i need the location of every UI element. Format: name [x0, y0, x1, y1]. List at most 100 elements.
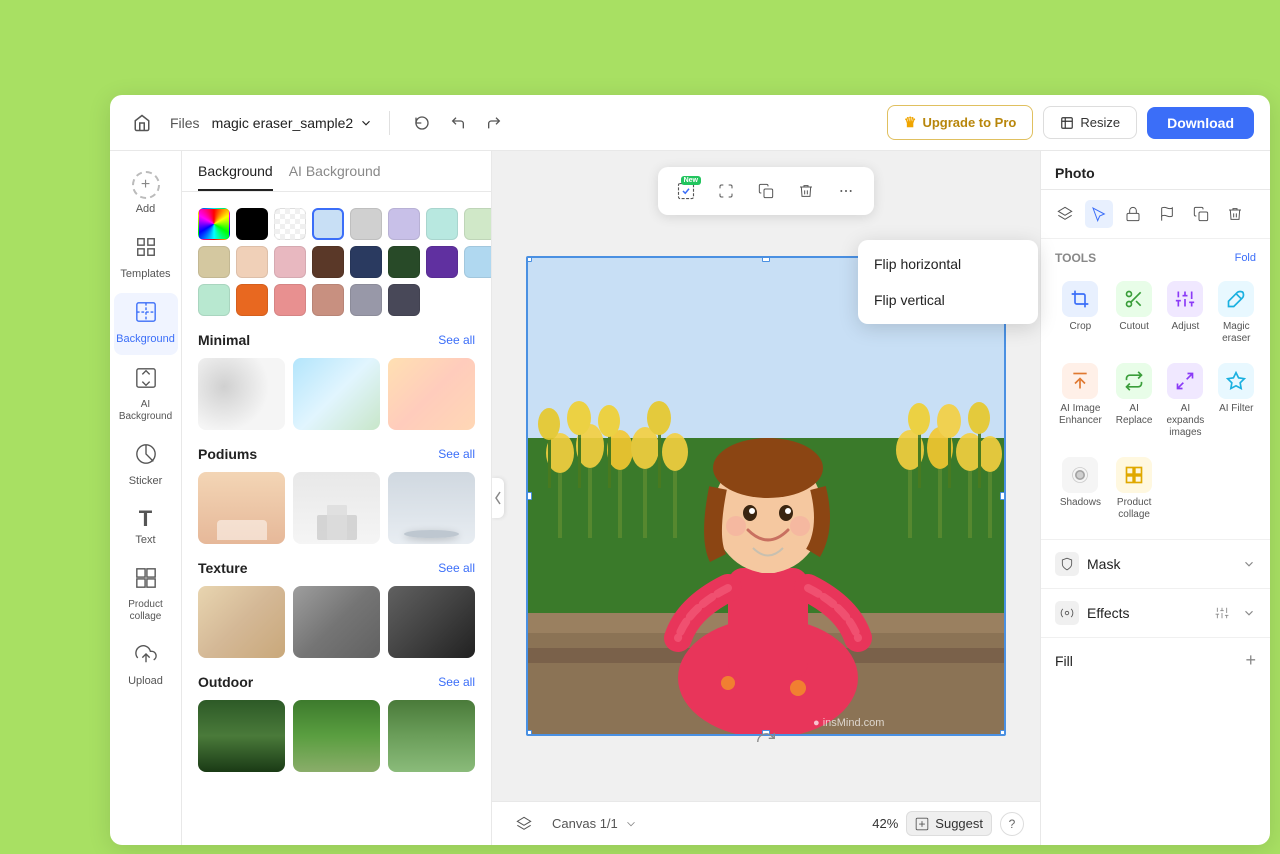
- bg-thumb-outdoor-2[interactable]: [293, 700, 380, 772]
- undo-button[interactable]: [442, 107, 474, 139]
- tool-ai-enhancer[interactable]: AI Image Enhancer: [1055, 357, 1106, 445]
- color-swatch-medgray[interactable]: [350, 284, 382, 316]
- color-swatch-black[interactable]: [236, 208, 268, 240]
- tab-ai-background[interactable]: AI Background: [289, 163, 381, 191]
- flip-horizontal-item[interactable]: Flip horizontal: [858, 246, 1038, 282]
- redo-button[interactable]: [478, 107, 510, 139]
- color-swatch-lightgray[interactable]: [350, 208, 382, 240]
- tool-magic-eraser[interactable]: Magic eraser: [1214, 275, 1258, 351]
- copy-icon-button[interactable]: [1187, 200, 1215, 228]
- flag-icon-button[interactable]: [1153, 200, 1181, 228]
- sidebar-item-sticker[interactable]: Sticker: [114, 435, 178, 496]
- files-label[interactable]: Files: [170, 115, 200, 131]
- magic-select-button[interactable]: New: [670, 175, 702, 207]
- color-swatch-mauve[interactable]: [312, 284, 344, 316]
- canvas-bottom-bar: Canvas 1/1 42% Suggest ?: [492, 801, 1040, 845]
- fullscreen-button[interactable]: [710, 175, 742, 207]
- fold-link[interactable]: Fold: [1235, 252, 1256, 264]
- layers-toggle-button[interactable]: [508, 808, 540, 840]
- sidebar-item-templates[interactable]: Templates: [114, 228, 178, 289]
- help-button[interactable]: ?: [1000, 812, 1024, 836]
- rotate-handle[interactable]: [755, 731, 777, 758]
- color-swatch-skyblue[interactable]: [464, 246, 491, 278]
- resize-handle-tl[interactable]: [526, 256, 532, 262]
- color-swatch-peach[interactable]: [236, 246, 268, 278]
- mask-accordion-header[interactable]: Mask: [1055, 552, 1256, 576]
- tab-background[interactable]: Background: [198, 163, 273, 191]
- color-swatch-tan[interactable]: [198, 246, 230, 278]
- color-swatch-lightpurple[interactable]: [388, 208, 420, 240]
- layers-icon-button[interactable]: [1051, 200, 1079, 228]
- tool-adjust[interactable]: Adjust: [1162, 275, 1208, 351]
- panel-collapse-handle[interactable]: [492, 478, 504, 518]
- color-swatch-purple[interactable]: [426, 246, 458, 278]
- tool-crop[interactable]: Crop: [1055, 275, 1106, 351]
- sidebar-item-product-collage[interactable]: Product collage: [114, 559, 178, 631]
- color-swatch-orange[interactable]: [236, 284, 268, 316]
- tool-product-collage[interactable]: Product collage: [1112, 451, 1157, 527]
- bg-thumb-podium-1[interactable]: [198, 472, 285, 544]
- lock-icon-button[interactable]: [1119, 200, 1147, 228]
- sidebar-item-ai-background[interactable]: AI Background: [114, 359, 178, 431]
- adjust-icon: [1167, 281, 1203, 317]
- duplicate-button[interactable]: [750, 175, 782, 207]
- download-button[interactable]: Download: [1147, 107, 1254, 139]
- crop-icon: [1062, 281, 1098, 317]
- canvas-image[interactable]: ● insMind.com: [526, 256, 1006, 736]
- resize-button[interactable]: Resize: [1043, 106, 1137, 139]
- bg-thumb-texture-1[interactable]: [198, 586, 285, 658]
- color-swatch-selected[interactable]: [312, 208, 344, 240]
- see-all-podiums[interactable]: See all: [438, 447, 475, 461]
- flip-vertical-item[interactable]: Flip vertical: [858, 282, 1038, 318]
- color-swatch-forest[interactable]: [388, 246, 420, 278]
- select-icon-button[interactable]: [1085, 200, 1113, 228]
- effects-accordion-header[interactable]: Effects: [1055, 601, 1256, 625]
- bg-thumb-texture-2[interactable]: [293, 586, 380, 658]
- color-swatch-sage[interactable]: [464, 208, 491, 240]
- tool-cutout[interactable]: Cutout: [1112, 275, 1157, 351]
- resize-handle-mr[interactable]: [1000, 492, 1006, 500]
- bg-thumb-outdoor-1[interactable]: [198, 700, 285, 772]
- resize-handle-br[interactable]: [1000, 730, 1006, 736]
- sidebar-item-upload[interactable]: Upload: [114, 635, 178, 696]
- fill-add-button[interactable]: +: [1245, 650, 1256, 671]
- bg-thumb-podium-3[interactable]: [388, 472, 475, 544]
- history-button[interactable]: [406, 107, 438, 139]
- bg-thumb-outdoor-3[interactable]: [388, 700, 475, 772]
- color-swatch-salmon[interactable]: [274, 284, 306, 316]
- tool-ai-filter[interactable]: AI Filter: [1214, 357, 1258, 445]
- see-all-outdoor[interactable]: See all: [438, 675, 475, 689]
- bg-thumb-minimal-1[interactable]: [198, 358, 285, 430]
- color-swatch-charcoal[interactable]: [388, 284, 420, 316]
- upgrade-button[interactable]: ♛ Upgrade to Pro: [887, 105, 1033, 140]
- bg-thumb-minimal-3[interactable]: [388, 358, 475, 430]
- see-all-minimal[interactable]: See all: [438, 333, 475, 347]
- effects-settings-button[interactable]: [1210, 601, 1234, 625]
- sidebar-item-text[interactable]: T Text: [114, 500, 178, 555]
- color-swatch-mint[interactable]: [198, 284, 230, 316]
- color-swatch-lightteal[interactable]: [426, 208, 458, 240]
- more-button[interactable]: [830, 175, 862, 207]
- resize-handle-bl[interactable]: [526, 730, 532, 736]
- bg-thumb-texture-3[interactable]: [388, 586, 475, 658]
- color-swatch-transparent[interactable]: [274, 208, 306, 240]
- home-button[interactable]: [126, 107, 158, 139]
- sidebar-item-add[interactable]: + Add: [114, 163, 178, 224]
- sidebar-item-background[interactable]: Background: [114, 293, 178, 354]
- color-swatch-navy[interactable]: [350, 246, 382, 278]
- trash-icon-button[interactable]: [1221, 200, 1249, 228]
- file-name-button[interactable]: magic eraser_sample2: [212, 115, 374, 131]
- suggest-button[interactable]: Suggest: [906, 811, 992, 836]
- resize-handle-ml[interactable]: [526, 492, 532, 500]
- bg-thumb-podium-2[interactable]: [293, 472, 380, 544]
- resize-handle-tc[interactable]: [762, 256, 770, 262]
- bg-thumb-minimal-2[interactable]: [293, 358, 380, 430]
- color-swatch-rainbow[interactable]: [198, 208, 230, 240]
- color-swatch-dustyrose[interactable]: [274, 246, 306, 278]
- see-all-texture[interactable]: See all: [438, 561, 475, 575]
- tool-ai-expands[interactable]: AI expands images: [1162, 357, 1208, 445]
- delete-button[interactable]: [790, 175, 822, 207]
- tool-shadows[interactable]: Shadows: [1055, 451, 1106, 527]
- color-swatch-brown[interactable]: [312, 246, 344, 278]
- tool-ai-replace[interactable]: AI Replace: [1112, 357, 1157, 445]
